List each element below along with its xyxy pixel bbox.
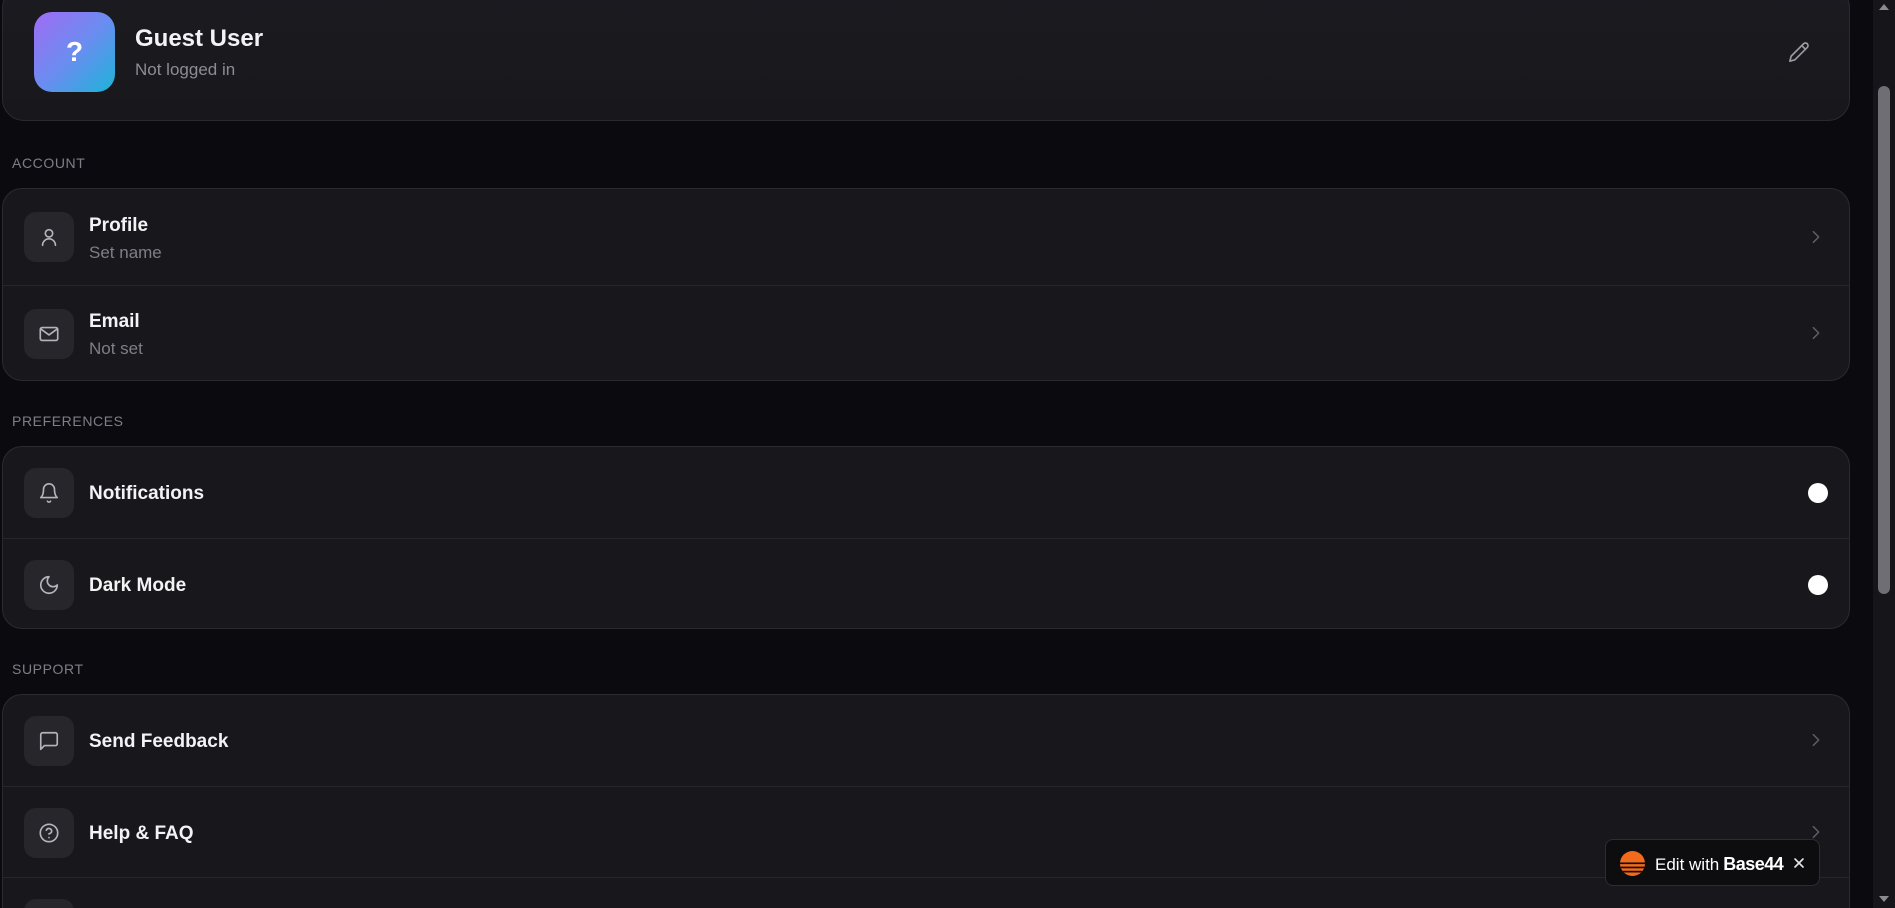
bell-icon-container — [24, 468, 74, 518]
pencil-icon[interactable] — [1788, 41, 1810, 63]
settings-row-send-feedback[interactable]: Send Feedback — [3, 695, 1849, 786]
help-circle-icon — [39, 823, 59, 843]
user-icon — [41, 228, 57, 247]
close-icon[interactable] — [1791, 855, 1807, 871]
row-title-send-feedback: Send Feedback — [89, 731, 229, 752]
row-subtitle-profile: Set name — [89, 243, 162, 262]
settings-row-email[interactable]: Email Not set — [3, 285, 1849, 380]
profile-card: ? Guest User Not logged in — [2, 0, 1850, 121]
base44-logo-icon — [1620, 851, 1645, 876]
user-icon-container — [24, 212, 74, 262]
preferences-group: Notifications Dark Mode — [2, 446, 1850, 629]
badge-brand: Base44 — [1723, 854, 1784, 874]
profile-status: Not logged in — [135, 60, 236, 79]
settings-row-help-faq[interactable]: Help & FAQ — [3, 786, 1849, 878]
row-title-help-faq: Help & FAQ — [89, 823, 194, 844]
scroll-thumb[interactable] — [1878, 86, 1890, 594]
row-title-dark-mode: Dark Mode — [89, 575, 187, 596]
chevron-right-icon — [1812, 230, 1820, 244]
help-circle-icon-container — [24, 808, 74, 858]
edit-with-base44-badge[interactable]: Edit with Base44 — [1605, 839, 1820, 886]
profile-name: Guest User — [135, 25, 264, 52]
scroll-up-arrow-icon[interactable] — [1879, 4, 1889, 10]
settings-row-notifications: Notifications — [3, 447, 1849, 538]
mail-icon — [39, 326, 59, 342]
section-label-support: SUPPORT — [12, 661, 84, 677]
chevron-right-icon — [1812, 825, 1820, 839]
settings-row-partial[interactable] — [3, 877, 1849, 908]
avatar-glyph: ? — [65, 36, 84, 67]
bell-icon — [39, 483, 59, 503]
section-label-preferences: PREFERENCES — [12, 413, 124, 429]
chevron-right-icon — [1812, 733, 1820, 747]
badge-prefix: Edit with — [1655, 855, 1720, 874]
dark-mode-toggle[interactable] — [1808, 575, 1828, 595]
row-title-notifications: Notifications — [89, 483, 205, 504]
account-group: Profile Set name Email Not set — [2, 188, 1850, 381]
mail-icon-container — [24, 309, 74, 359]
row-title-profile: Profile — [89, 215, 149, 236]
row-title-email: Email — [89, 311, 140, 332]
settings-row-profile[interactable]: Profile Set name — [3, 189, 1849, 285]
message-square-icon-container — [24, 716, 74, 766]
moon-icon — [39, 575, 59, 595]
avatar: ? — [34, 12, 115, 92]
notifications-toggle[interactable] — [1808, 483, 1828, 503]
row-icon-container — [24, 899, 74, 908]
chevron-right-icon — [1812, 326, 1820, 340]
section-label-account: ACCOUNT — [12, 155, 86, 171]
settings-page: ? Guest User Not logged in ACCOUNT Profi… — [0, 0, 1873, 908]
moon-icon-container — [24, 560, 74, 610]
scroll-down-arrow-icon[interactable] — [1879, 896, 1889, 902]
settings-row-dark-mode: Dark Mode — [3, 538, 1849, 628]
row-subtitle-email: Not set — [89, 339, 143, 358]
support-group: Send Feedback Help & FAQ — [2, 694, 1850, 908]
message-square-icon — [39, 731, 59, 751]
vertical-scrollbar[interactable] — [1873, 0, 1895, 908]
badge-text: Edit with Base44 — [1655, 854, 1784, 875]
